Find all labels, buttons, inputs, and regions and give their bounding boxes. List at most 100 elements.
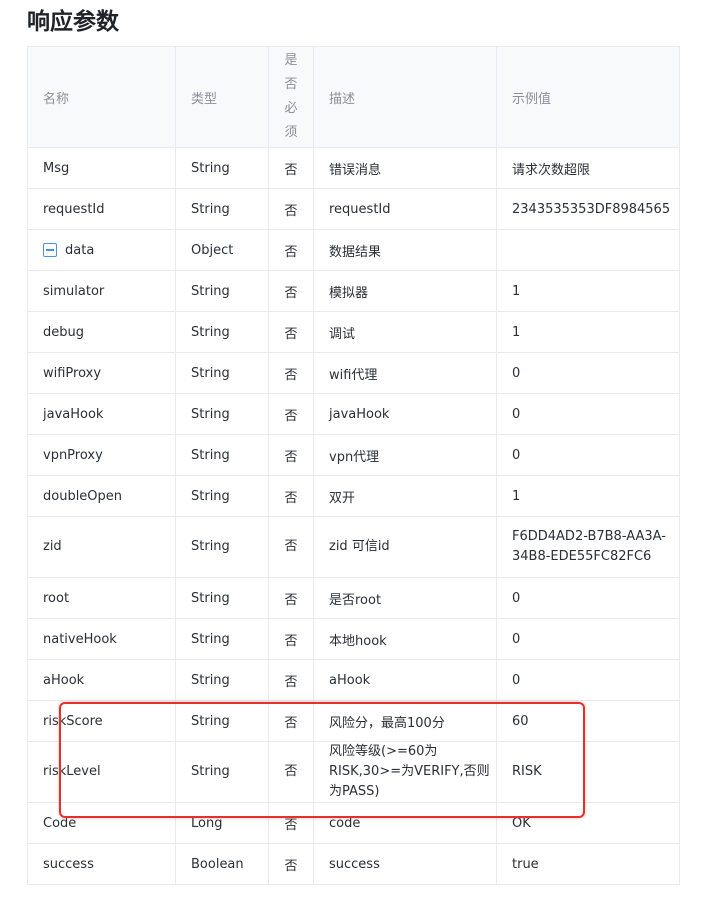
- param-required: 否: [268, 618, 314, 660]
- param-type: String: [175, 188, 269, 230]
- param-name: Msg: [27, 147, 176, 189]
- table-row: vpnProxy String 否 vpn代理 0: [27, 434, 680, 476]
- param-description: 是否root: [313, 577, 497, 619]
- param-name: debug: [27, 311, 176, 353]
- param-type: String: [175, 270, 269, 312]
- param-example: [496, 229, 680, 271]
- param-description: 本地hook: [313, 618, 497, 660]
- table-row: data Object 否 数据结果: [27, 229, 680, 271]
- header-required: 是否必须: [268, 46, 314, 148]
- header-description: 描述: [313, 46, 497, 148]
- table-row: simulator String 否 模拟器 1: [27, 270, 680, 312]
- param-type: Object: [175, 229, 269, 271]
- param-name: vpnProxy: [27, 434, 176, 476]
- param-type: String: [175, 741, 269, 803]
- collapse-minus-icon[interactable]: [43, 243, 57, 257]
- param-required: 否: [268, 311, 314, 353]
- param-name: aHook: [27, 659, 176, 701]
- table-row: nativeHook String 否 本地hook 0: [27, 618, 680, 660]
- table-row: javaHook String 否 javaHook 0: [27, 393, 680, 435]
- table-row: doubleOpen String 否 双开 1: [27, 475, 680, 517]
- table-row: debug String 否 调试 1: [27, 311, 680, 353]
- param-example: RISK: [496, 741, 680, 803]
- param-required: 否: [268, 577, 314, 619]
- param-example: true: [496, 843, 680, 885]
- param-example: 0: [496, 618, 680, 660]
- param-description: 双开: [313, 475, 497, 517]
- param-type: String: [175, 352, 269, 394]
- param-example: 0: [496, 659, 680, 701]
- param-type: String: [175, 393, 269, 435]
- table-row: requestId String 否 requestId 2343535353D…: [27, 188, 680, 230]
- header-type: 类型: [175, 46, 269, 148]
- param-example: 1: [496, 475, 680, 517]
- param-example: 0: [496, 577, 680, 619]
- param-required: 否: [268, 434, 314, 476]
- param-example: 1: [496, 270, 680, 312]
- table-row: Msg String 否 错误消息 请求次数超限: [27, 147, 680, 189]
- param-description: wifi代理: [313, 352, 497, 394]
- param-required: 否: [268, 475, 314, 517]
- param-description: aHook: [313, 659, 497, 701]
- param-example: 2343535353DF8984565: [496, 188, 680, 230]
- param-name-cell: data: [27, 229, 176, 271]
- header-name: 名称: [27, 46, 176, 148]
- param-name: success: [27, 843, 176, 885]
- param-name: simulator: [27, 270, 176, 312]
- param-type: String: [175, 434, 269, 476]
- param-example: 60: [496, 700, 680, 742]
- param-type: Long: [175, 802, 269, 844]
- header-example: 示例值: [496, 46, 680, 148]
- page-title: 响应参数: [27, 9, 119, 35]
- param-name: doubleOpen: [27, 475, 176, 517]
- param-type: String: [175, 475, 269, 517]
- param-example: 请求次数超限: [496, 147, 680, 189]
- param-description: requestId: [313, 188, 497, 230]
- param-required: 否: [268, 147, 314, 189]
- param-description: 数据结果: [313, 229, 497, 271]
- param-name: wifiProxy: [27, 352, 176, 394]
- param-required: 否: [268, 188, 314, 230]
- table-row: riskLevel String 否 风险等级(>=60为RISK,30>=为V…: [27, 741, 680, 803]
- table-row: Code Long 否 code OK: [27, 802, 680, 844]
- table-row: root String 否 是否root 0: [27, 577, 680, 619]
- param-example: 0: [496, 393, 680, 435]
- param-description: 错误消息: [313, 147, 497, 189]
- param-required: 否: [268, 270, 314, 312]
- param-name: javaHook: [27, 393, 176, 435]
- table-row: wifiProxy String 否 wifi代理 0: [27, 352, 680, 394]
- param-example: 1: [496, 311, 680, 353]
- param-example: OK: [496, 802, 680, 844]
- table-row: riskScore String 否 风险分，最高100分 60: [27, 700, 680, 742]
- param-description: 调试: [313, 311, 497, 353]
- table-row: success Boolean 否 success true: [27, 843, 680, 885]
- param-type: String: [175, 516, 269, 578]
- param-required: 否: [268, 393, 314, 435]
- param-required: 否: [268, 843, 314, 885]
- param-type: String: [175, 311, 269, 353]
- param-name: Code: [27, 802, 176, 844]
- param-type: String: [175, 618, 269, 660]
- param-type: String: [175, 700, 269, 742]
- table-row: zid String 否 zid 可信id F6DD4AD2-B7B8-AA3A…: [27, 516, 680, 578]
- param-example: 0: [496, 434, 680, 476]
- param-required: 否: [268, 352, 314, 394]
- param-type: Boolean: [175, 843, 269, 885]
- header-required-label: 是否必须: [284, 53, 298, 140]
- param-type: String: [175, 577, 269, 619]
- param-example: F6DD4AD2-B7B8-AA3A-34B8-EDE55FC82FC6: [496, 516, 680, 578]
- param-example: 0: [496, 352, 680, 394]
- param-type: String: [175, 147, 269, 189]
- param-name: riskLevel: [27, 741, 176, 803]
- param-description: 模拟器: [313, 270, 497, 312]
- param-name: root: [27, 577, 176, 619]
- param-name: data: [65, 242, 95, 258]
- param-description: code: [313, 802, 497, 844]
- param-required: 否: [268, 700, 314, 742]
- param-description: 风险等级(>=60为RISK,30>=为VERIFY,否则为PASS): [313, 741, 497, 803]
- param-name: requestId: [27, 188, 176, 230]
- param-description: zid 可信id: [313, 516, 497, 578]
- param-type: String: [175, 659, 269, 701]
- param-required: 否: [268, 659, 314, 701]
- param-required: 否: [268, 741, 314, 803]
